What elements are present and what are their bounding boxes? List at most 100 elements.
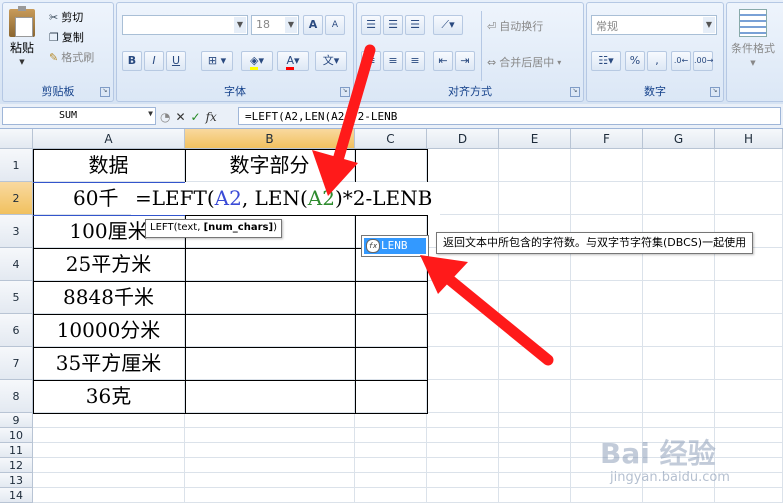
insert-function-icon[interactable]: fx (206, 110, 217, 124)
cell-f7[interactable] (571, 347, 643, 380)
column-header-b[interactable]: B (185, 129, 355, 149)
enter-icon[interactable]: ✓ (191, 110, 201, 124)
align-middle-button[interactable]: ☰ (383, 15, 403, 35)
row-header-10[interactable]: 10 (0, 428, 33, 443)
cell-d9[interactable] (427, 413, 499, 428)
font-size-combo[interactable]: 18 ▼ (251, 15, 299, 35)
cell-h2[interactable] (715, 182, 783, 215)
tooltip-arg-bold[interactable]: [num_chars] (204, 222, 273, 233)
cell-a1[interactable]: 数据 (33, 149, 185, 182)
cell-g2[interactable] (643, 182, 715, 215)
cell-g14[interactable] (643, 488, 715, 503)
grow-font-button[interactable]: A (303, 15, 323, 35)
increase-decimal-button[interactable]: .0← (671, 51, 691, 71)
cell-c7[interactable] (355, 347, 427, 380)
row-header-9[interactable]: 9 (0, 413, 33, 428)
font-color-button[interactable]: A▾ (277, 51, 309, 71)
cell-b12[interactable] (185, 458, 355, 473)
align-bottom-button[interactable]: ☰ (405, 15, 425, 35)
cell-b9[interactable] (185, 413, 355, 428)
cell-c8[interactable] (355, 380, 427, 413)
align-left-button[interactable]: ≡ (361, 51, 381, 71)
merge-center-button[interactable]: ⇔ 合并后居中 ▾ (487, 54, 561, 70)
currency-button[interactable]: ☷▾ (591, 51, 621, 71)
cell-e10[interactable] (499, 428, 571, 443)
cell-d14[interactable] (427, 488, 499, 503)
cell-f5[interactable] (571, 281, 643, 314)
column-header-d[interactable]: D (427, 129, 499, 149)
font-name-combo[interactable]: ▼ (122, 15, 248, 35)
row-header-6[interactable]: 6 (0, 314, 33, 347)
cell-h11[interactable] (715, 443, 783, 458)
cell-c6[interactable] (355, 314, 427, 347)
dialog-launcher-icon[interactable]: ↘ (340, 87, 350, 97)
cell-a4[interactable]: 25平方米 (33, 248, 185, 281)
cell-c13[interactable] (355, 473, 427, 488)
cell-c9[interactable] (355, 413, 427, 428)
chevron-down-icon[interactable]: ▼ (234, 17, 246, 33)
align-top-button[interactable]: ☰ (361, 15, 381, 35)
dialog-launcher-icon[interactable]: ↘ (570, 87, 580, 97)
cell-c5[interactable] (355, 281, 427, 314)
row-header-4[interactable]: 4 (0, 248, 33, 281)
comma-button[interactable]: , (647, 51, 667, 71)
cell-d8[interactable] (427, 380, 499, 413)
cell-b5[interactable] (185, 281, 355, 314)
cell-c14[interactable] (355, 488, 427, 503)
paste-button[interactable]: 粘贴 ▼ (9, 6, 35, 66)
cell-a10[interactable] (33, 428, 185, 443)
dialog-launcher-icon[interactable]: ↘ (710, 87, 720, 97)
cell-e9[interactable] (499, 413, 571, 428)
autocomplete-item-lenb[interactable]: fx LENB (364, 238, 426, 254)
cell-a13[interactable] (33, 473, 185, 488)
row-header-13[interactable]: 13 (0, 473, 33, 488)
cut-button[interactable]: ✂ 剪切 (49, 9, 83, 25)
column-header-g[interactable]: G (643, 129, 715, 149)
format-painter-button[interactable]: ✎ 格式刷 (49, 49, 94, 65)
cell-g9[interactable] (643, 413, 715, 428)
row-header-5[interactable]: 5 (0, 281, 33, 314)
cell-e5[interactable] (499, 281, 571, 314)
cell-g8[interactable] (643, 380, 715, 413)
percent-button[interactable]: % (625, 51, 645, 71)
cell-d5[interactable] (427, 281, 499, 314)
orientation-button[interactable]: ⟋▾ (433, 15, 463, 35)
cell-e1[interactable] (499, 149, 571, 182)
chevron-down-icon[interactable]: ▼ (148, 109, 153, 118)
italic-button[interactable]: I (144, 51, 164, 71)
cell-g7[interactable] (643, 347, 715, 380)
cell-b7[interactable] (185, 347, 355, 380)
decrease-indent-button[interactable]: ⇤ (433, 51, 453, 71)
cell-b8[interactable] (185, 380, 355, 413)
row-header-7[interactable]: 7 (0, 347, 33, 380)
cell-g5[interactable] (643, 281, 715, 314)
fill-color-button[interactable]: ◈▾ (241, 51, 273, 71)
row-header-14[interactable]: 14 (0, 488, 33, 503)
cell-f8[interactable] (571, 380, 643, 413)
cell-f1[interactable] (571, 149, 643, 182)
cell-e6[interactable] (499, 314, 571, 347)
cell-d10[interactable] (427, 428, 499, 443)
cell-c10[interactable] (355, 428, 427, 443)
row-header-3[interactable]: 3 (0, 215, 33, 248)
cell-e12[interactable] (499, 458, 571, 473)
column-header-e[interactable]: E (499, 129, 571, 149)
cell-b14[interactable] (185, 488, 355, 503)
cell-h9[interactable] (715, 413, 783, 428)
underline-button[interactable]: U (166, 51, 186, 71)
cell-h8[interactable] (715, 380, 783, 413)
cell-g6[interactable] (643, 314, 715, 347)
copy-button[interactable]: ❐ 复制 (49, 29, 84, 45)
cell-d1[interactable] (427, 149, 499, 182)
cell-h6[interactable] (715, 314, 783, 347)
select-all-corner[interactable] (0, 129, 33, 149)
cell-a14[interactable] (33, 488, 185, 503)
bold-button[interactable]: B (122, 51, 142, 71)
align-right-button[interactable]: ≡ (405, 51, 425, 71)
cell-b1[interactable]: 数字部分 (185, 149, 355, 182)
cell-d11[interactable] (427, 443, 499, 458)
border-button[interactable]: ⊞ ▾ (201, 51, 233, 71)
cell-e14[interactable] (499, 488, 571, 503)
row-header-8[interactable]: 8 (0, 380, 33, 413)
cell-b4[interactable] (185, 248, 355, 281)
